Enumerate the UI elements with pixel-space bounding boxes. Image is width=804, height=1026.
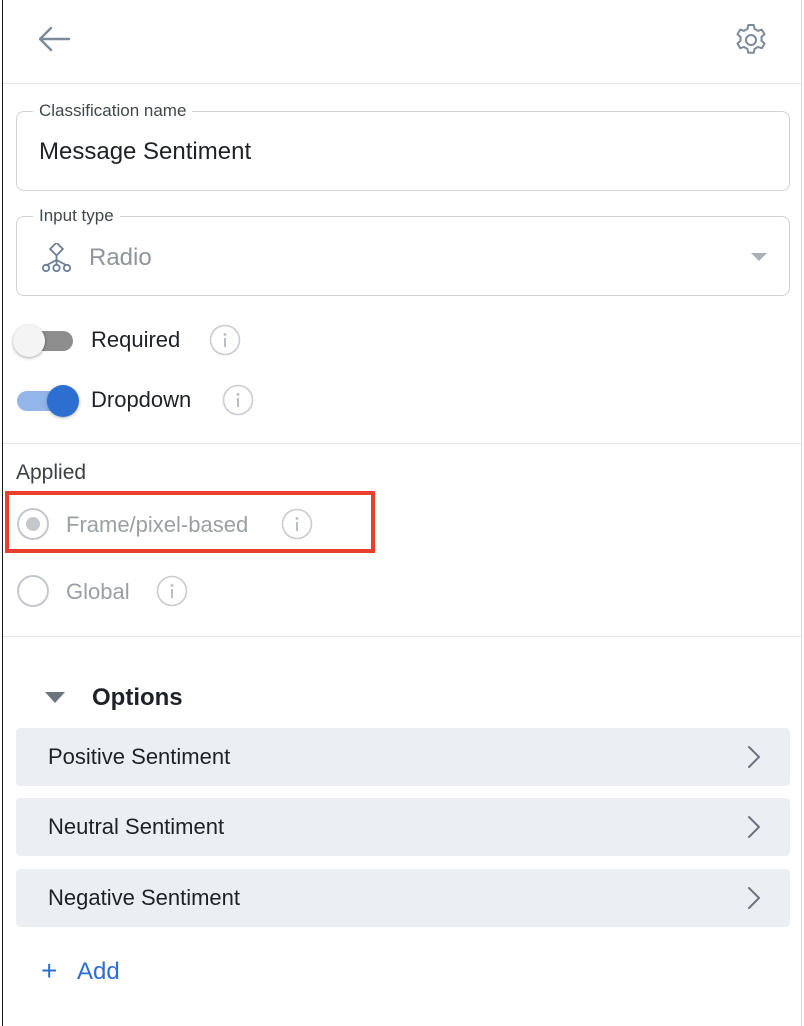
info-icon[interactable] bbox=[222, 384, 254, 416]
required-toggle-row: Required bbox=[13, 320, 313, 360]
classification-name-label: Classification name bbox=[33, 101, 193, 121]
required-toggle[interactable] bbox=[13, 325, 73, 357]
section-divider bbox=[3, 636, 801, 637]
add-option-button[interactable]: + Add bbox=[39, 954, 159, 990]
gear-icon bbox=[736, 24, 766, 54]
classification-name-field[interactable]: Classification name Message Sentiment bbox=[16, 101, 790, 191]
classification-name-value[interactable]: Message Sentiment bbox=[39, 138, 251, 166]
radio-global[interactable] bbox=[17, 575, 49, 607]
option-item[interactable]: Negative Sentiment bbox=[16, 869, 790, 927]
info-icon[interactable] bbox=[156, 575, 188, 607]
chevron-right-icon bbox=[748, 816, 760, 838]
option-item[interactable]: Positive Sentiment bbox=[16, 728, 790, 786]
highlight-annotation-box bbox=[5, 491, 375, 553]
dropdown-label: Dropdown bbox=[91, 387, 192, 412]
radio-label: Global bbox=[66, 579, 130, 604]
input-type-label: Input type bbox=[33, 206, 120, 226]
options-toggle[interactable]: Options bbox=[39, 680, 339, 716]
section-divider bbox=[3, 443, 801, 444]
chevron-right-icon bbox=[748, 887, 760, 909]
option-label: Negative Sentiment bbox=[48, 885, 240, 910]
info-icon[interactable] bbox=[209, 324, 241, 356]
back-button[interactable] bbox=[35, 22, 75, 56]
chevron-down-icon bbox=[751, 253, 767, 261]
add-label: Add bbox=[77, 958, 120, 985]
option-label: Neutral Sentiment bbox=[48, 814, 225, 839]
dropdown-toggle[interactable] bbox=[17, 385, 79, 417]
arrow-left-icon bbox=[38, 26, 71, 52]
applied-label: Applied bbox=[16, 461, 87, 484]
radio-tree-icon bbox=[41, 243, 72, 273]
settings-button[interactable] bbox=[731, 20, 771, 60]
chevron-right-icon bbox=[748, 746, 760, 768]
options-title: Options bbox=[92, 684, 183, 711]
plus-icon: + bbox=[41, 955, 58, 986]
option-label: Positive Sentiment bbox=[48, 744, 231, 769]
input-type-value: Radio bbox=[89, 244, 152, 271]
caret-down-icon bbox=[45, 692, 65, 703]
input-type-select[interactable]: Input type Radio bbox=[16, 206, 790, 296]
dropdown-toggle-row: Dropdown bbox=[13, 380, 313, 420]
top-bar bbox=[3, 0, 801, 84]
applied-option-global: Global bbox=[15, 571, 355, 611]
option-item[interactable]: Neutral Sentiment bbox=[16, 798, 790, 856]
toggle-knob bbox=[13, 325, 45, 357]
toggle-knob bbox=[47, 385, 79, 417]
classification-editor-panel: Classification name Message Sentiment In… bbox=[2, 0, 802, 1026]
required-label: Required bbox=[91, 327, 181, 352]
